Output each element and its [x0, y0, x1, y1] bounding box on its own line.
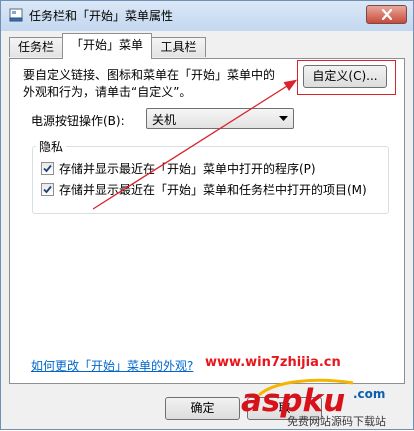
- svg-text:.com: .com: [353, 387, 385, 401]
- svg-text:免费网站源码下载站: 免费网站源码下载站: [287, 414, 386, 428]
- aspku-logo: aspku .com 免费网站源码下载站: [241, 378, 386, 428]
- tab-start-menu[interactable]: 「开始」菜单: [62, 33, 152, 59]
- properties-window: 任务栏和「开始」菜单属性 任务栏 「开始」菜单 工具栏 要自定义链接、图标和菜单…: [0, 0, 414, 430]
- svg-text:aspku: aspku: [241, 383, 345, 419]
- annotation-arrow: [92, 79, 298, 210]
